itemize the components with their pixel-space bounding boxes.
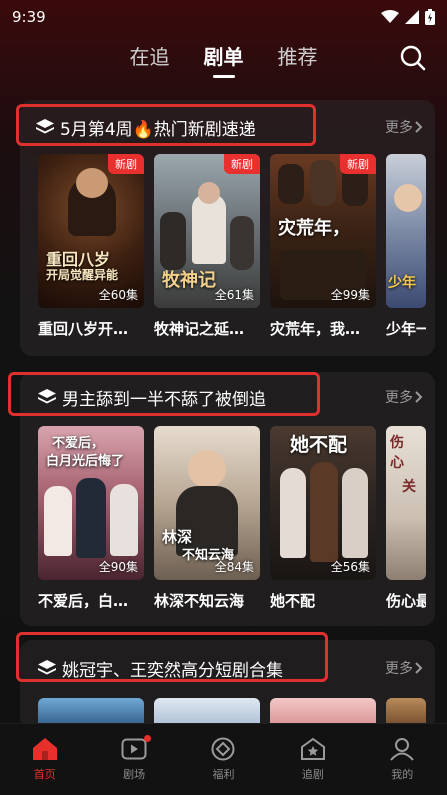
user-icon	[390, 738, 415, 761]
drama-card[interactable]: 伤 心 关 伤心最	[386, 426, 426, 611]
nav-follow[interactable]: 追剧	[278, 737, 348, 782]
more-link[interactable]: 更多	[385, 658, 423, 678]
drama-card[interactable]: 她不配 全56集 她不配	[270, 426, 376, 611]
tab-recommend[interactable]: 推荐	[278, 41, 318, 76]
poster-image: 重回八岁 开局觉醒异能 新剧 全60集	[38, 154, 144, 308]
episode-count: 全90集	[98, 560, 138, 574]
new-badge: 新剧	[224, 154, 260, 174]
nav-label: 追剧	[301, 768, 324, 781]
episode-count: 全99集	[330, 288, 370, 302]
nav-home[interactable]: 首页	[10, 737, 80, 782]
search-icon[interactable]	[399, 44, 427, 72]
more-label: 更多	[385, 120, 413, 136]
poster-image: 少年	[386, 154, 426, 308]
layers-icon	[36, 119, 54, 134]
section-header[interactable]: 姚冠宇、王奕然高分短剧合集 更多	[20, 640, 435, 696]
more-link[interactable]: 更多	[385, 387, 423, 407]
wifi-icon	[381, 10, 399, 23]
play-box-icon	[121, 738, 147, 760]
card-row: 不爱后， 白月光后悔了 全90集 不爱后，白… 林深 不知云海 全84集 林深不…	[38, 426, 426, 611]
battery-icon	[425, 9, 435, 25]
more-label: 更多	[385, 390, 413, 406]
poster-image: 她不配 全56集	[270, 426, 376, 580]
nav-label: 剧场	[123, 768, 146, 781]
nav-label: 我的	[391, 768, 414, 781]
card-title: 少年一	[386, 320, 426, 338]
bottom-nav: 首页 剧场 福利 追剧 我的	[0, 723, 447, 795]
chevron-right-icon	[415, 662, 423, 674]
star-house-icon	[300, 737, 325, 760]
chevron-right-icon	[415, 121, 423, 133]
card-title: 林深不知云海	[154, 592, 245, 610]
poster-image: 林深 不知云海 全84集	[154, 426, 260, 580]
notification-dot	[144, 735, 152, 742]
section-header[interactable]: 男主舔到一半不舔了被倒追 更多	[20, 372, 435, 422]
drama-card[interactable]: 不爱后， 白月光后悔了 全90集 不爱后，白…	[38, 426, 144, 611]
nav-rewards[interactable]: 福利	[188, 737, 258, 782]
poster-image: 灾荒年， 新剧 全99集	[270, 154, 376, 308]
status-icons	[381, 9, 435, 25]
poster-image: 牧神记 新剧 全61集	[154, 154, 260, 308]
coin-icon	[211, 737, 235, 761]
tab-playlists[interactable]: 剧单	[204, 41, 244, 76]
episode-count: 全60集	[98, 288, 138, 302]
card-title: 重回八岁开…	[38, 320, 129, 338]
status-time: 9:39	[12, 8, 46, 26]
section-title-text: 男主舔到一半不舔了被倒追	[62, 389, 266, 410]
new-badge: 新剧	[108, 154, 144, 174]
drama-card[interactable]: 牧神记 新剧 全61集 牧神记之延…	[154, 154, 260, 339]
card-title: 她不配	[270, 592, 316, 610]
nav-theater[interactable]: 剧场	[99, 735, 169, 782]
card-title: 不爱后，白…	[38, 592, 129, 610]
more-label: 更多	[385, 661, 413, 677]
home-icon	[32, 738, 57, 760]
signal-icon	[405, 10, 419, 24]
card-title: 灾荒年，我…	[270, 320, 361, 338]
more-link[interactable]: 更多	[385, 117, 423, 137]
playlist-section-1: 5月第4周🔥热门新剧速递 更多 重回八岁 开局觉醒异能 新剧 全60集 重回八岁…	[16, 100, 435, 356]
new-badge: 新剧	[340, 154, 376, 174]
section-title: 姚冠宇、王奕然高分短剧合集	[38, 656, 283, 681]
layers-icon	[38, 389, 56, 404]
episode-count: 全56集	[330, 560, 370, 574]
nav-label: 首页	[33, 768, 56, 781]
playlist-section-3: 姚冠宇、王奕然高分短剧合集 更多	[16, 632, 435, 730]
drama-card[interactable]: 灾荒年， 新剧 全99集 灾荒年，我…	[270, 154, 376, 339]
card-row: 重回八岁 开局觉醒异能 新剧 全60集 重回八岁开… 牧神记 新剧 全61集 牧…	[38, 154, 426, 339]
card-title: 牧神记之延…	[154, 320, 245, 338]
section-title: 男主舔到一半不舔了被倒追	[38, 385, 266, 410]
layers-icon	[38, 660, 56, 675]
section-title-text: 姚冠宇、王奕然高分短剧合集	[62, 660, 283, 681]
drama-card[interactable]: 林深 不知云海 全84集 林深不知云海	[154, 426, 260, 611]
section-title-text: 5月第4周🔥热门新剧速递	[60, 119, 256, 140]
card-title: 伤心最	[386, 592, 426, 610]
poster-image: 伤 心 关	[386, 426, 426, 580]
tab-following[interactable]: 在追	[130, 41, 170, 76]
drama-card[interactable]: 重回八岁 开局觉醒异能 新剧 全60集 重回八岁开…	[38, 154, 144, 339]
drama-card[interactable]: 少年 少年一	[386, 154, 426, 339]
poster-image: 不爱后， 白月光后悔了 全90集	[38, 426, 144, 580]
episode-count: 全84集	[214, 560, 254, 574]
playlist-section-2: 男主舔到一半不舔了被倒追 更多 不爱后， 白月光后悔了 全90集 不爱后，白… …	[8, 372, 435, 626]
nav-profile[interactable]: 我的	[367, 737, 437, 782]
section-header[interactable]: 5月第4周🔥热门新剧速递 更多	[20, 100, 435, 154]
status-bar: 9:39	[0, 0, 447, 34]
section-title: 5月第4周🔥热门新剧速递	[36, 115, 256, 140]
top-tab-bar: 在追 剧单 推荐	[0, 40, 447, 76]
chevron-right-icon	[415, 391, 423, 403]
nav-label: 福利	[212, 768, 235, 781]
episode-count: 全61集	[214, 288, 254, 302]
